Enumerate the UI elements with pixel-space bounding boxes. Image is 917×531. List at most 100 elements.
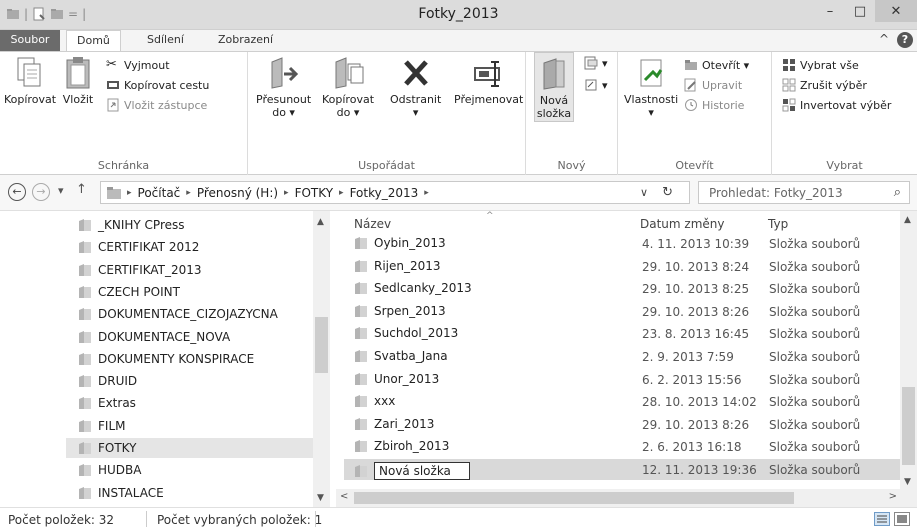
file-row[interactable]: Srpen_2013 29. 10. 2013 8:26 Složka soubor…: [344, 301, 900, 322]
rename-input[interactable]: Nová složka: [374, 462, 470, 480]
folder-icon: [355, 237, 367, 249]
large-icons-view-icon[interactable]: [894, 512, 910, 526]
scroll-up-icon[interactable]: ▲: [904, 215, 911, 225]
file-row[interactable]: Zbiroh_2013 2. 6. 2013 16:18 Složka soubor…: [344, 436, 900, 457]
minimize-button[interactable]: –: [815, 0, 845, 22]
copy-path-button[interactable]: Kopírovat cestu: [106, 78, 209, 92]
file-row[interactable]: Zari_2013 29. 10. 2013 8:26 Složka souborů: [344, 414, 900, 435]
scroll-up-icon[interactable]: ▲: [317, 217, 324, 227]
help-icon[interactable]: ?: [897, 32, 913, 48]
file-row[interactable]: Nová složka 12. 11. 2013 19:36 Složka soub…: [344, 459, 900, 480]
scroll-left-icon[interactable]: <: [340, 491, 348, 502]
file-name-cell: Zbiroh_2013: [354, 439, 449, 453]
file-row[interactable]: Suchdol_2013 23. 8. 2013 16:45 Složka soub…: [344, 323, 900, 344]
maximize-button[interactable]: □: [845, 0, 875, 22]
file-row[interactable]: Unor_2013 6. 2. 2013 15:56 Složka souborů: [344, 369, 900, 390]
file-row[interactable]: xxx 28. 10. 2013 14:02 Složka souborů: [344, 391, 900, 412]
new-folder-label: Nová: [539, 94, 569, 107]
folder-icon: [355, 440, 367, 453]
move-to-button[interactable]: Přesunout do ▾: [256, 56, 311, 119]
paste-button[interactable]: Vložit: [62, 56, 94, 106]
address-bar[interactable]: ▸ Počítač ▸ Přenosný (H:) ▸ FOTKY ▸ Fotk…: [100, 181, 690, 204]
nav-item[interactable]: HUDBA: [78, 460, 142, 480]
scroll-right-icon[interactable]: >: [889, 491, 897, 502]
history-button[interactable]: Historie: [684, 98, 744, 112]
file-row[interactable]: Rijen_2013 29. 10. 2013 8:24 Složka soubor…: [344, 256, 900, 277]
address-history-button[interactable]: ∨: [640, 186, 648, 199]
nav-item[interactable]: Extras: [78, 393, 136, 413]
nav-item[interactable]: CZECH POINT: [78, 282, 180, 302]
forward-button[interactable]: →: [32, 183, 50, 201]
scroll-down-icon[interactable]: ▼: [317, 493, 324, 503]
nav-item[interactable]: DOKUMENTY KONSPIRACE: [78, 349, 254, 369]
nav-item[interactable]: DOKUMENTACE_CIZOJAZYCNA: [78, 304, 278, 324]
nav-item[interactable]: FOTKY: [66, 438, 314, 458]
scrollbar-thumb[interactable]: [315, 317, 328, 373]
file-name: Oybin_2013: [374, 236, 446, 250]
paste-shortcut-button[interactable]: Vložit zástupce: [106, 98, 207, 112]
rename-icon: [473, 61, 500, 87]
file-row[interactable]: Sedlcanky_2013 29. 10. 2013 8:25 Složka so…: [344, 278, 900, 299]
breadcrumb-fotky-2013[interactable]: Fotky_2013: [350, 186, 419, 200]
new-item-button[interactable]: ▾: [584, 56, 608, 70]
breadcrumb-fotky[interactable]: FOTKY: [295, 186, 333, 200]
nav-item[interactable]: DOKUMENTACE_NOVA: [78, 327, 230, 347]
nav-item[interactable]: CERTIFIKAT_2013: [78, 260, 202, 280]
select-all-label: Vybrat vše: [800, 58, 859, 72]
tab-view[interactable]: Zobrazení: [208, 30, 283, 51]
tab-share[interactable]: Sdílení: [137, 30, 194, 51]
close-button[interactable]: ✕: [875, 0, 917, 22]
details-view-icon[interactable]: [874, 512, 890, 526]
refresh-button[interactable]: ↻: [662, 185, 673, 200]
nav-item[interactable]: INSTALACE: [78, 483, 164, 503]
breadcrumb-computer[interactable]: Počítač: [138, 186, 181, 200]
tab-file[interactable]: Soubor: [0, 30, 60, 51]
back-button[interactable]: ←: [8, 183, 26, 201]
delete-button[interactable]: Odstranit ▾: [390, 56, 441, 119]
scrollbar-thumb[interactable]: [902, 387, 915, 465]
history-icon: [685, 99, 697, 111]
nav-item-label: CERTIFIKAT 2012: [98, 240, 200, 255]
vertical-scrollbar[interactable]: ▲ ▼: [900, 211, 917, 489]
file-type: Složka souborů: [769, 350, 861, 364]
scroll-down-icon[interactable]: ▼: [904, 477, 911, 487]
nav-item[interactable]: _KNIHY CPress: [78, 215, 185, 235]
nav-item[interactable]: CERTIFIKAT 2012: [78, 237, 199, 257]
recent-locations-button[interactable]: ▾: [58, 184, 64, 197]
search-icon[interactable]: ⌕: [894, 185, 901, 200]
rename-button[interactable]: Přejmenovat: [454, 56, 523, 106]
horizontal-scrollbar[interactable]: < >: [336, 489, 917, 507]
copy-button[interactable]: Kopírovat: [4, 56, 56, 106]
open-button[interactable]: Otevřít ▾: [684, 58, 749, 72]
tab-home[interactable]: Domů: [66, 30, 121, 52]
nav-item[interactable]: FILM: [78, 416, 125, 436]
edit-button[interactable]: Upravit: [684, 78, 742, 92]
file-name: Zari_2013: [374, 416, 435, 431]
scrollbar-thumb[interactable]: [354, 492, 794, 504]
breadcrumb-separator[interactable]: ▸: [186, 188, 191, 198]
navigation-scrollbar[interactable]: ▲ ▼: [313, 211, 330, 507]
invert-selection-button[interactable]: Invertovat výběr: [782, 98, 891, 112]
easy-access-button[interactable]: ▾: [584, 78, 608, 92]
breadcrumb-separator[interactable]: ▸: [339, 188, 344, 198]
collapse-ribbon-icon[interactable]: ^: [879, 32, 889, 48]
select-none-button[interactable]: Zrušit výběr: [782, 78, 867, 92]
group-label-organize: Uspořádat: [358, 159, 415, 172]
select-all-button[interactable]: Vybrat vše: [782, 58, 859, 72]
search-input[interactable]: Prohledat: Fotky_2013 ⌕: [698, 181, 910, 204]
properties-button[interactable]: Vlastnosti ▾: [624, 56, 678, 119]
column-header-date[interactable]: Datum změny: [640, 217, 725, 231]
cut-button[interactable]: ✂ Vyjmout: [106, 58, 170, 72]
new-folder-button[interactable]: Nová složka: [534, 52, 574, 122]
copy-to-button[interactable]: Kopírovat do ▾: [322, 56, 374, 119]
breadcrumb-separator[interactable]: ▸: [284, 188, 289, 198]
column-header-name[interactable]: Název: [354, 217, 391, 231]
breadcrumb-drive[interactable]: Přenosný (H:): [197, 186, 278, 200]
rename-label: Přejmenovat: [454, 93, 524, 106]
breadcrumb-separator[interactable]: ▸: [424, 188, 429, 198]
up-button[interactable]: ↑: [76, 182, 87, 197]
file-row[interactable]: Svatba_Jana 2. 9. 2013 7:59 Složka souborů: [344, 346, 900, 367]
column-header-type[interactable]: Typ: [768, 217, 788, 231]
file-row[interactable]: Oybin_2013 4. 11. 2013 10:39 Složka soubor…: [344, 233, 900, 254]
nav-item[interactable]: DRUID: [78, 371, 137, 391]
